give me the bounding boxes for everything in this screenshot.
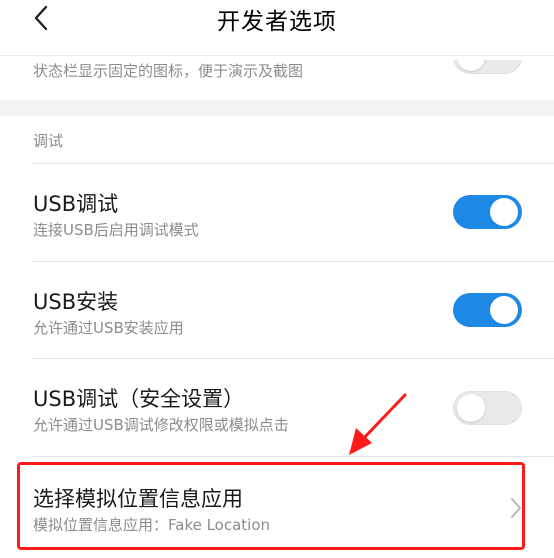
status-bar-icons-subtitle: 状态栏显示固定的图标，便于演示及截图: [33, 62, 304, 80]
debug-section-header: 调试: [0, 116, 554, 164]
usb-install-subtitle: 允许通过USB安装应用: [33, 319, 184, 337]
toggle-knob: [457, 394, 485, 422]
mock-location-app-subtitle: 模拟位置信息应用：Fake Location: [33, 516, 271, 534]
chevron-right-icon: [511, 498, 521, 518]
usb-install-item[interactable]: USB安装 允许通过USB安装应用: [0, 262, 554, 358]
top-bar: 开发者选项: [0, 0, 554, 40]
header-mask: [0, 40, 554, 60]
mock-location-app-item[interactable]: 选择模拟位置信息应用 模拟位置信息应用：Fake Location: [0, 457, 554, 558]
usb-debugging-toggle[interactable]: [453, 195, 522, 229]
usb-debugging-subtitle: 连接USB后启用调试模式: [33, 221, 199, 239]
usb-debugging-item[interactable]: USB调试 连接USB后启用调试模式: [0, 164, 554, 261]
usb-install-toggle[interactable]: [453, 293, 522, 327]
page-title: 开发者选项: [217, 9, 337, 35]
usb-debugging-security-title: USB调试（安全设置）: [33, 387, 245, 411]
section-label: 调试: [33, 132, 64, 150]
usb-debugging-security-subtitle: 允许通过USB调试修改权限或模拟点击: [33, 416, 289, 434]
developer-options-screen: 开发者选项 状态栏显示固定的图标，便于演示及截图 调试 USB调试 连接USB后…: [0, 0, 554, 558]
header-divider: [0, 55, 554, 56]
toggle-knob: [490, 296, 518, 324]
usb-install-title: USB安装: [33, 290, 119, 314]
usb-debugging-security-toggle[interactable]: [453, 391, 522, 425]
section-gap: [0, 100, 554, 116]
mock-location-app-title: 选择模拟位置信息应用: [33, 487, 243, 511]
usb-debugging-security-item[interactable]: USB调试（安全设置） 允许通过USB调试修改权限或模拟点击: [0, 359, 554, 456]
toggle-knob: [490, 198, 518, 226]
usb-debugging-title: USB调试: [33, 192, 119, 216]
